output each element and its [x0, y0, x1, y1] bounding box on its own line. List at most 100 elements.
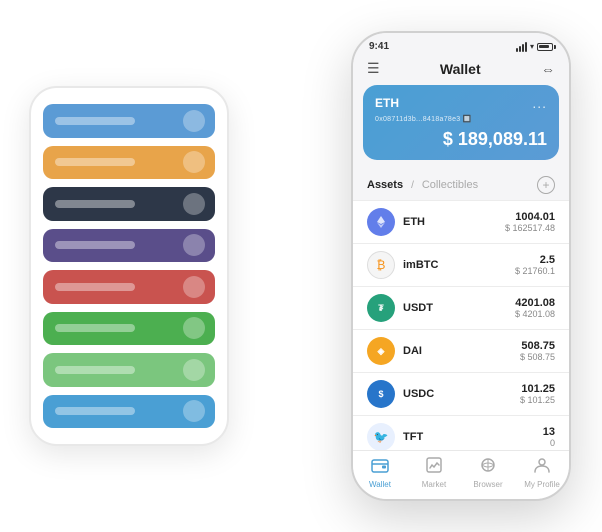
table-row[interactable]: ₮ USDT 4201.08 $ 4201.08: [353, 287, 569, 330]
list-item[interactable]: [43, 353, 215, 387]
back-phone: [29, 86, 229, 446]
asset-usd-usdc: $ 101.25: [520, 395, 555, 405]
asset-usd-tft: 0: [543, 438, 555, 448]
nav-item-wallet[interactable]: Wallet: [360, 457, 400, 489]
asset-amounts-usdt: 4201.08 $ 4201.08: [515, 297, 555, 319]
nav-label-market: Market: [422, 480, 446, 489]
asset-name-eth: ETH: [403, 216, 505, 228]
asset-name-dai: DAI: [403, 345, 520, 357]
card-icon-5: [183, 276, 205, 298]
tft-icon: 🐦: [367, 423, 395, 450]
eth-card-name: ETH: [375, 96, 399, 110]
bottom-nav: Wallet Market: [353, 450, 569, 499]
usdt-icon: ₮: [367, 294, 395, 322]
tab-collectibles[interactable]: Collectibles: [422, 179, 478, 191]
asset-amounts-imbtc: 2.5 $ 21760.1: [515, 254, 555, 276]
card-label-5: [55, 283, 135, 291]
asset-amounts-tft: 13 0: [543, 426, 555, 448]
tab-divider: /: [411, 180, 414, 191]
asset-name-tft: TFT: [403, 431, 543, 443]
wallet-icon: [371, 457, 389, 478]
list-item[interactable]: [43, 146, 215, 180]
asset-list: ETH 1004.01 $ 162517.48 ₿ imBTC 2.5 $ 21…: [353, 200, 569, 450]
card-icon-4: [183, 234, 205, 256]
card-icon-3: [183, 193, 205, 215]
asset-usd-imbtc: $ 21760.1: [515, 266, 555, 276]
card-icon-1: [183, 110, 205, 132]
asset-amount-tft: 13: [543, 426, 555, 438]
asset-usd-dai: $ 508.75: [520, 352, 555, 362]
add-asset-button[interactable]: +: [537, 176, 555, 194]
nav-item-browser[interactable]: Browser: [468, 457, 508, 489]
nav-label-profile: My Profile: [524, 480, 560, 489]
phone-content: ETH ... 0x08711d3b...8418a78e3 🔲 $ 189,0…: [353, 85, 569, 450]
browser-icon: [479, 457, 497, 478]
profile-icon: [533, 457, 551, 478]
nav-item-market[interactable]: Market: [414, 457, 454, 489]
table-row[interactable]: ₿ imBTC 2.5 $ 21760.1: [353, 244, 569, 287]
table-row[interactable]: 🐦 TFT 13 0: [353, 416, 569, 450]
card-label-8: [55, 407, 135, 415]
asset-amounts-usdc: 101.25 $ 101.25: [520, 383, 555, 405]
card-icon-2: [183, 151, 205, 173]
asset-name-imbtc: imBTC: [403, 259, 515, 271]
card-icon-7: [183, 359, 205, 381]
table-row[interactable]: ◈ DAI 508.75 $ 508.75: [353, 330, 569, 373]
card-label-4: [55, 241, 135, 249]
card-icon-8: [183, 400, 205, 422]
card-icon-6: [183, 317, 205, 339]
nav-label-wallet: Wallet: [369, 480, 391, 489]
card-label-1: [55, 117, 135, 125]
asset-amounts-eth: 1004.01 $ 162517.48: [505, 211, 555, 233]
eth-icon: [367, 208, 395, 236]
nav-item-profile[interactable]: My Profile: [522, 457, 562, 489]
asset-name-usdc: USDC: [403, 388, 520, 400]
usdc-icon: $: [367, 380, 395, 408]
card-label-6: [55, 324, 135, 332]
list-item[interactable]: [43, 187, 215, 221]
status-bar: 9:41 ▾: [353, 33, 569, 56]
wifi-icon: ▾: [530, 42, 534, 51]
card-label-3: [55, 200, 135, 208]
eth-card-header: ETH ...: [375, 95, 547, 111]
assets-header: Assets / Collectibles +: [353, 170, 569, 200]
imbtc-icon: ₿: [367, 251, 395, 279]
card-label-7: [55, 366, 135, 374]
menu-icon[interactable]: ☰: [367, 60, 380, 77]
asset-amount-usdt: 4201.08: [515, 297, 555, 309]
list-item[interactable]: [43, 270, 215, 304]
dai-icon: ◈: [367, 337, 395, 365]
asset-amount-eth: 1004.01: [505, 211, 555, 223]
table-row[interactable]: $ USDC 101.25 $ 101.25: [353, 373, 569, 416]
scan-icon[interactable]: ⇔: [541, 61, 555, 77]
table-row[interactable]: ETH 1004.01 $ 162517.48: [353, 200, 569, 244]
list-item[interactable]: [43, 395, 215, 429]
asset-amount-dai: 508.75: [520, 340, 555, 352]
list-item[interactable]: [43, 229, 215, 263]
eth-card-address: 0x08711d3b...8418a78e3 🔲: [375, 115, 547, 123]
scene: 9:41 ▾ ☰ Wallet ⇔: [11, 11, 591, 521]
battery-icon: [537, 43, 553, 51]
asset-amounts-dai: 508.75 $ 508.75: [520, 340, 555, 362]
assets-tabs: Assets / Collectibles: [367, 179, 478, 191]
eth-card-balance: $ 189,089.11: [375, 129, 547, 150]
asset-usd-usdt: $ 4201.08: [515, 309, 555, 319]
eth-card[interactable]: ETH ... 0x08711d3b...8418a78e3 🔲 $ 189,0…: [363, 85, 559, 160]
list-item[interactable]: [43, 104, 215, 138]
status-icons: ▾: [516, 42, 553, 52]
phone-header: ☰ Wallet ⇔: [353, 56, 569, 85]
nav-label-browser: Browser: [473, 480, 502, 489]
asset-amount-imbtc: 2.5: [515, 254, 555, 266]
market-icon: [425, 457, 443, 478]
tab-assets[interactable]: Assets: [367, 179, 403, 191]
page-title: Wallet: [440, 61, 481, 77]
asset-name-usdt: USDT: [403, 302, 515, 314]
signal-icon: [516, 42, 527, 52]
list-item[interactable]: [43, 312, 215, 346]
eth-logo-icon: [374, 215, 388, 229]
status-time: 9:41: [369, 41, 389, 52]
card-label-2: [55, 158, 135, 166]
asset-amount-usdc: 101.25: [520, 383, 555, 395]
front-phone: 9:41 ▾ ☰ Wallet ⇔: [351, 31, 571, 501]
eth-card-more-button[interactable]: ...: [532, 95, 547, 111]
